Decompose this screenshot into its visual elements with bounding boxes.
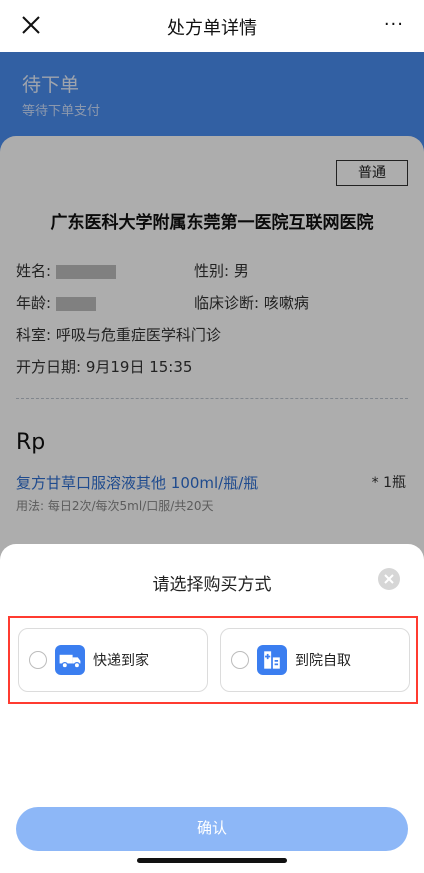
truck-icon [55, 645, 85, 675]
sheet-title: 请选择购买方式 [152, 575, 272, 595]
option-home-delivery[interactable]: 快递到家 [18, 628, 208, 692]
option-hospital-pickup[interactable]: 到院自取 [220, 628, 410, 692]
confirm-button[interactable]: 确认 [16, 807, 408, 851]
home-indicator [137, 858, 287, 863]
option-label: 到院自取 [295, 653, 351, 669]
top-nav-bar: 处方单详情 ··· [0, 0, 424, 52]
radio-home-delivery[interactable] [29, 651, 47, 669]
page-title: 处方单详情 [167, 18, 257, 39]
purchase-options-group: 快递到家 到院自取 [8, 616, 418, 704]
hospital-icon [257, 645, 287, 675]
close-circle-icon[interactable] [378, 568, 400, 590]
option-label: 快递到家 [93, 653, 149, 669]
more-options-icon[interactable]: ··· [384, 14, 404, 35]
radio-hospital-pickup[interactable] [231, 651, 249, 669]
